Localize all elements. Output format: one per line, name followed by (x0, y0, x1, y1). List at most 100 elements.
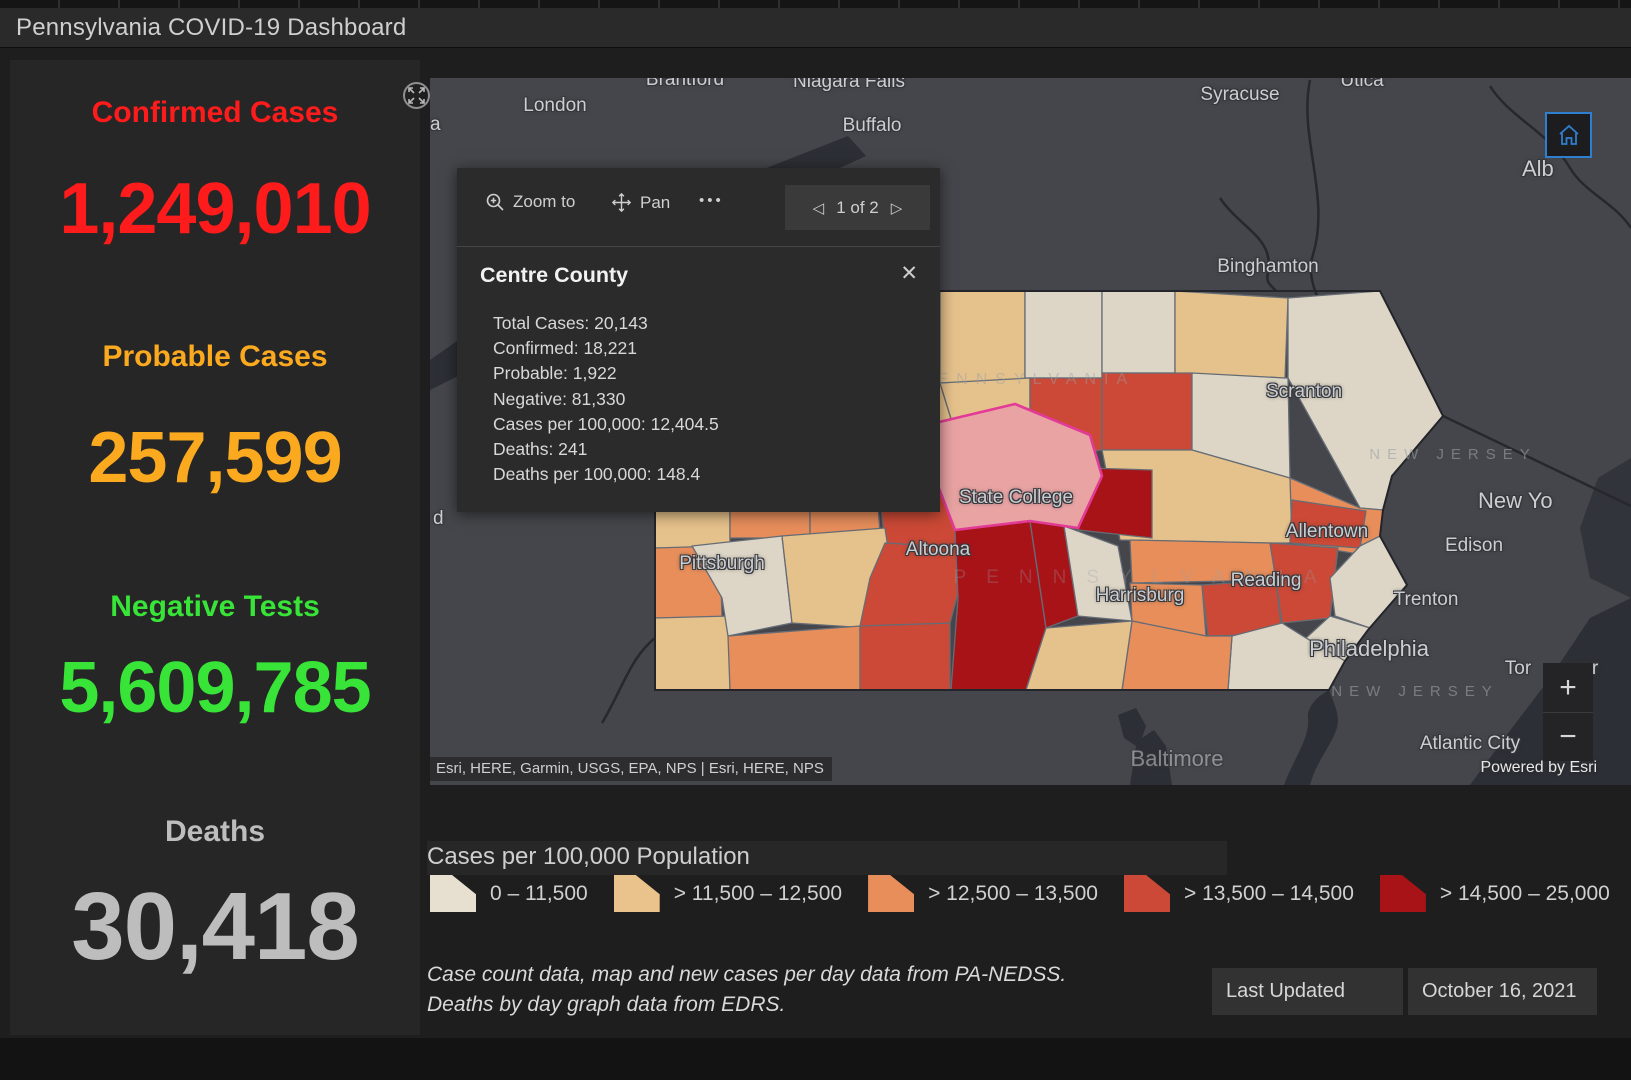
popup-stat-line: Probable: 1,922 (493, 361, 719, 386)
note-line-1: Case count data, map and new cases per d… (427, 960, 1066, 990)
city-label: Baltimore (1131, 746, 1224, 772)
pager-next-icon[interactable]: ▷ (891, 199, 903, 217)
zoom-out-button[interactable]: − (1543, 712, 1593, 761)
stat-value: 30,418 (10, 879, 420, 975)
pager-prev-icon[interactable]: ◁ (813, 199, 825, 217)
legend-item: > 12,500 – 13,500 (868, 875, 1098, 912)
city-label: Scranton (1266, 381, 1342, 403)
city-label: London (523, 95, 586, 117)
home-icon (1557, 123, 1581, 147)
popup-stat-line: Cases per 100,000: 12,404.5 (493, 412, 719, 437)
legend-swatch (868, 875, 914, 912)
page-title: Pennsylvania COVID-19 Dashboard (16, 14, 406, 42)
pager-text: 1 of 2 (836, 198, 879, 218)
popup-toolbar: Zoom to Pan ••• ◁ 1 of 2 ▷ (457, 168, 940, 247)
more-options-icon[interactable]: ••• (699, 192, 724, 209)
city-label: Reading (1231, 570, 1302, 592)
city-label: Syracuse (1200, 84, 1279, 106)
city-label: Harrisburg (1096, 585, 1185, 607)
note-line-2: Deaths by day graph data from EDRS. (427, 990, 1066, 1020)
last-updated: Last Updated October 16, 2021 (1212, 968, 1597, 1015)
popup-stat-line: Deaths: 241 (493, 437, 719, 462)
stat-label: Confirmed Cases (10, 96, 420, 130)
zoom-controls: + − (1543, 663, 1593, 761)
legend-item: > 11,500 – 12,500 (614, 875, 842, 912)
stats-sidebar: Confirmed Cases 1,249,010 Probable Cases… (10, 60, 420, 1035)
stat-label: Probable Cases (10, 340, 420, 374)
popup-body: Total Cases: 20,143Confirmed: 18,221Prob… (493, 311, 719, 487)
zoom-to-label: Zoom to (513, 192, 575, 212)
close-icon[interactable]: ✕ (900, 261, 918, 286)
bottom-strip (0, 1038, 1631, 1080)
city-label: State College (959, 487, 1073, 509)
legend-label: > 13,500 – 14,500 (1184, 882, 1354, 906)
stat-label: Deaths (10, 815, 420, 849)
legend-label: 0 – 11,500 (490, 882, 588, 906)
dashboard: Pennsylvania COVID-19 Dashboard Confirme… (0, 0, 1631, 1080)
popup-title: Centre County (480, 263, 628, 288)
legend-swatch (614, 875, 660, 912)
city-label: Niagara Falls (793, 78, 905, 93)
stat-value: 1,249,010 (10, 173, 420, 245)
legend-title: Cases per 100,000 Population (427, 843, 750, 871)
city-label: Binghamton (1217, 256, 1318, 278)
state-label: NEW JERSEY (1331, 683, 1499, 700)
top-tick-strip (0, 0, 1631, 8)
city-label: d (433, 508, 444, 530)
city-label: Edison (1445, 535, 1503, 557)
expand-icon[interactable] (403, 82, 430, 109)
popup-stat-line: Total Cases: 20,143 (493, 311, 719, 336)
home-button[interactable] (1545, 112, 1592, 158)
last-updated-label: Last Updated (1212, 968, 1403, 1015)
zoom-to-button[interactable]: Zoom to (485, 192, 575, 212)
map-panel[interactable]: PENNSYLVANIAPENNSYLVANIANEW JERSEYNEW JE… (430, 78, 1631, 785)
stat-label: Negative Tests (10, 590, 420, 624)
city-label: New Yo (1478, 488, 1553, 514)
city-label: Altoona (906, 539, 970, 561)
legend-label: > 14,500 – 25,000 (1440, 882, 1610, 906)
pan-icon (611, 192, 632, 213)
last-updated-value: October 16, 2021 (1408, 968, 1597, 1015)
stat-deaths: Deaths 30,418 (10, 815, 420, 975)
city-label: Tor (1505, 658, 1531, 680)
city-label: a (430, 114, 441, 136)
city-label: Brantford (646, 78, 724, 91)
map-attribution: Esri, HERE, Garmin, USGS, EPA, NPS | Esr… (430, 757, 832, 781)
stat-value: 257,599 (10, 422, 420, 494)
legend-item: 0 – 11,500 (430, 875, 588, 912)
legend-label: > 12,500 – 13,500 (928, 882, 1098, 906)
legend-swatch (430, 875, 476, 912)
legend-item: > 13,500 – 14,500 (1124, 875, 1354, 912)
magnifier-plus-icon (485, 192, 505, 212)
popup-stat-line: Deaths per 100,000: 148.4 (493, 462, 719, 487)
legend-swatch (1380, 875, 1426, 912)
zoom-in-button[interactable]: + (1543, 663, 1593, 712)
powered-by-esri: Powered by Esri (1481, 759, 1598, 777)
legend-swatch (1124, 875, 1170, 912)
legend-label: > 11,500 – 12,500 (674, 882, 842, 906)
city-label: Philadelphia (1309, 636, 1429, 662)
state-label: PENNSYLVANIA (919, 371, 1135, 389)
legend-item: > 14,500 – 25,000 (1380, 875, 1610, 912)
popup-stat-line: Confirmed: 18,221 (493, 336, 719, 361)
stat-negative-tests: Negative Tests 5,609,785 (10, 590, 420, 724)
title-bar: Pennsylvania COVID-19 Dashboard (0, 8, 1631, 48)
stat-value: 5,609,785 (10, 652, 420, 724)
city-label: Alb (1522, 156, 1554, 182)
map-popup: Zoom to Pan ••• ◁ 1 of 2 ▷ Centre County… (457, 168, 940, 512)
popup-stat-line: Negative: 81,330 (493, 387, 719, 412)
city-label: Utica (1340, 78, 1383, 92)
pan-button[interactable]: Pan (611, 192, 670, 213)
legend: 0 – 11,500 > 11,500 – 12,500 > 12,500 – 13… (430, 875, 1610, 912)
city-label: Buffalo (843, 115, 902, 137)
data-source-note: Case count data, map and new cases per d… (427, 960, 1066, 1020)
city-label: Allentown (1286, 521, 1368, 543)
pan-label: Pan (640, 193, 670, 213)
city-label: Atlantic City (1420, 733, 1520, 755)
state-label: NEW JERSEY (1369, 446, 1537, 463)
city-label: Pittsburgh (679, 553, 765, 575)
stat-confirmed-cases: Confirmed Cases 1,249,010 (10, 96, 420, 245)
popup-pager: ◁ 1 of 2 ▷ (785, 185, 930, 230)
city-label: Trenton (1394, 589, 1459, 611)
stat-probable-cases: Probable Cases 257,599 (10, 340, 420, 494)
